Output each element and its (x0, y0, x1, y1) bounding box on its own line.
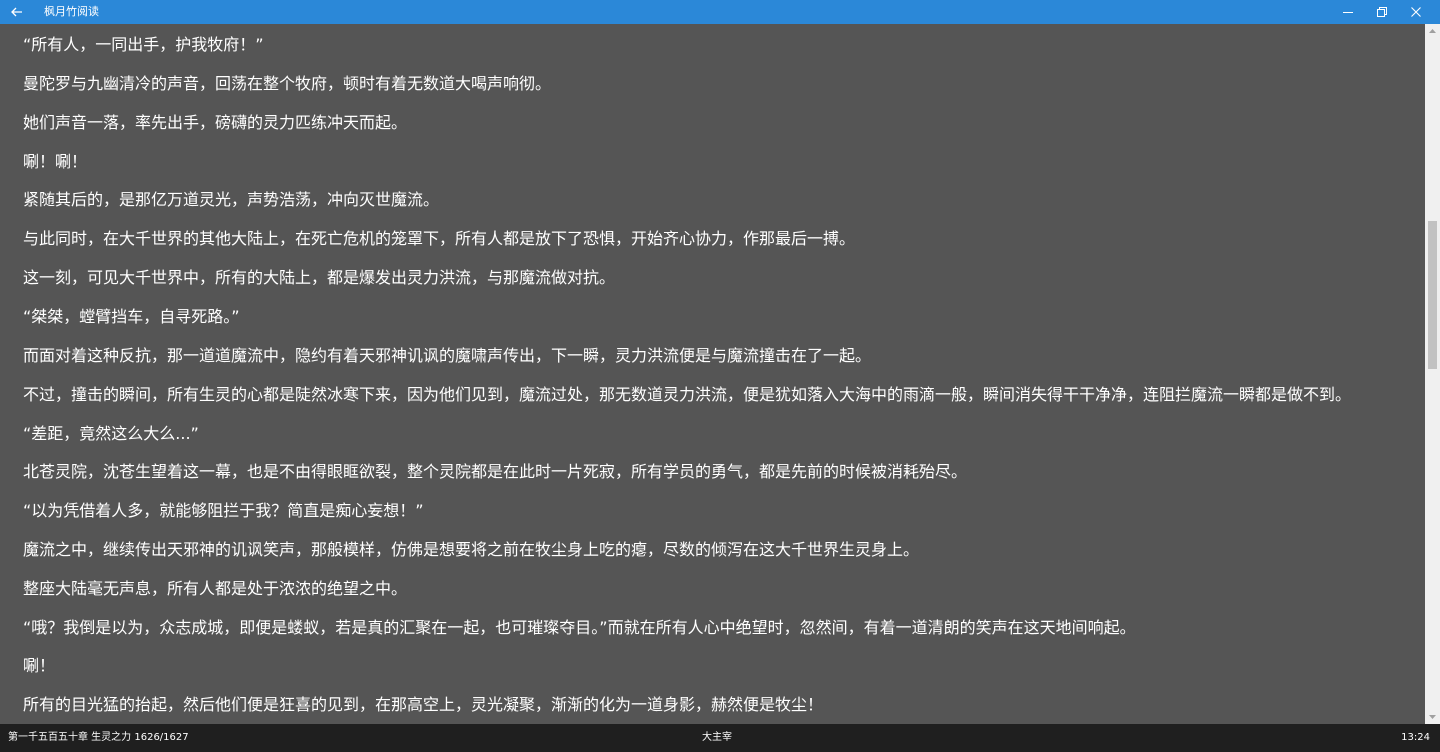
paragraph: 唰！唰！ (23, 152, 88, 171)
close-button[interactable] (1399, 0, 1433, 24)
paragraph: “所有人，一同出手，护我牧府！” (23, 35, 264, 54)
arrow-left-icon (11, 7, 22, 17)
restore-icon (1377, 7, 1387, 17)
restore-button[interactable] (1365, 0, 1399, 24)
scroll-up-button[interactable] (1425, 24, 1440, 38)
clock: 13:24 (1401, 732, 1430, 743)
title-bar: 枫月竹阅读 (0, 0, 1440, 24)
paragraph: 所有的目光猛的抬起，然后他们便是狂喜的见到，在那高空上，灵光凝聚，渐渐的化为一道… (23, 695, 824, 714)
paragraph: 而面对着这种反抗，那一道道魔流中，隐约有着天邪神讥讽的魔啸声传出，下一瞬，灵力洪… (23, 346, 872, 365)
paragraph: 她们声音一落，率先出手，磅礴的灵力匹练冲天而起。 (23, 113, 408, 132)
scroll-thumb[interactable] (1428, 221, 1437, 369)
paragraph: 这一刻，可见大千世界中，所有的大陆上，都是爆发出灵力洪流，与那魔流做对抗。 (23, 268, 616, 287)
paragraph: 魔流之中，继续传出天邪神的讥讽笑声，那般模样，仿佛是想要将之前在牧尘身上吃的瘪，… (23, 540, 920, 559)
paragraph: 整座大陆毫无声息，所有人都是处于浓浓的绝望之中。 (23, 579, 408, 598)
paragraph: “桀桀，螳臂挡车，自寻死路。” (23, 307, 240, 326)
paragraph: 不过，撞击的瞬间，所有生灵的心都是陡然冰寒下来，因为他们见到，魔流过处，那无数道… (23, 385, 1352, 404)
paragraph: 曼陀罗与九幽清冷的声音，回荡在整个牧府，顿时有着无数道大喝声响彻。 (23, 74, 552, 93)
scroll-down-button[interactable] (1425, 710, 1440, 724)
paragraph: 紧随其后的，是那亿万道灵光，声势浩荡，冲向灭世魔流。 (23, 190, 440, 209)
paragraph: “哦？我倒是以为，众志成城，即便是蝼蚁，若是真的汇聚在一起，也可璀璨夺目。”而就… (23, 618, 1136, 637)
paragraph: 唰！ (23, 656, 56, 675)
paragraph: “以为凭借着人多，就能够阻拦于我？简直是痴心妄想！” (23, 501, 424, 520)
reading-pane[interactable]: “所有人，一同出手，护我牧府！” 曼陀罗与九幽清冷的声音，回荡在整个牧府，顿时有… (0, 24, 1425, 724)
back-button[interactable] (0, 0, 34, 24)
minimize-icon (1343, 12, 1353, 13)
app-title: 枫月竹阅读 (44, 5, 99, 18)
minimize-button[interactable] (1331, 0, 1365, 24)
paragraph: “差距，竟然这么大么...” (23, 424, 199, 443)
paragraph: 与此同时，在大千世界的其他大陆上，在死亡危机的笼罩下，所有人都是放下了恐惧，开始… (23, 229, 856, 248)
paragraph: 北苍灵院，沈苍生望着这一幕，也是不由得眼眶欲裂，整个灵院都是在此时一片死寂，所有… (23, 462, 968, 481)
chevron-down-icon (1429, 715, 1436, 719)
close-icon (1411, 7, 1421, 17)
vertical-scrollbar[interactable] (1425, 24, 1440, 724)
book-title: 大主宰 (702, 732, 732, 743)
status-bar: 第一千五百五十章 生灵之力 1626/1627 大主宰 13:24 (0, 724, 1440, 752)
chevron-up-icon (1429, 29, 1436, 33)
